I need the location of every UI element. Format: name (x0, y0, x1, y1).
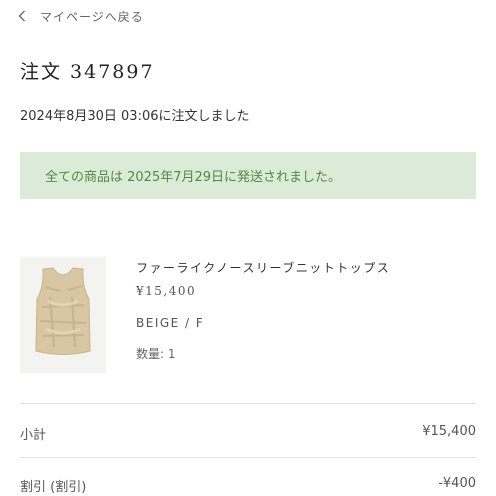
product-thumbnail[interactable] (20, 257, 106, 373)
discount-label: 割引 (割引) (20, 480, 87, 495)
chevron-left-icon (18, 10, 26, 22)
product-price: ¥15,400 (136, 284, 197, 298)
order-placed-date: 2024年8月30日 03:06に注文しました (20, 109, 250, 124)
shipping-notice-text: 全ての商品は 2025年7月29日に発送されました。 (45, 170, 342, 185)
order-title: 注文 347897 (20, 61, 155, 83)
product-quantity: 数量: 1 (136, 347, 176, 361)
back-to-mypage-link[interactable]: マイページへ戻る (18, 6, 144, 26)
discount-value: -¥400 (438, 476, 476, 491)
product-name[interactable]: ファーライクノースリーブニットトップス (136, 259, 390, 276)
summary-divider (20, 403, 476, 404)
shipping-notice-banner: 全ての商品は 2025年7月29日に発送されました。 (20, 152, 476, 199)
subtotal-label: 小計 (20, 428, 47, 443)
back-link-label: マイページへ戻る (40, 9, 144, 24)
subtotal-value: ¥15,400 (422, 424, 476, 439)
product-variant: BEIGE / F (136, 316, 205, 330)
discount-divider (20, 457, 476, 458)
knit-top-image (20, 257, 106, 373)
